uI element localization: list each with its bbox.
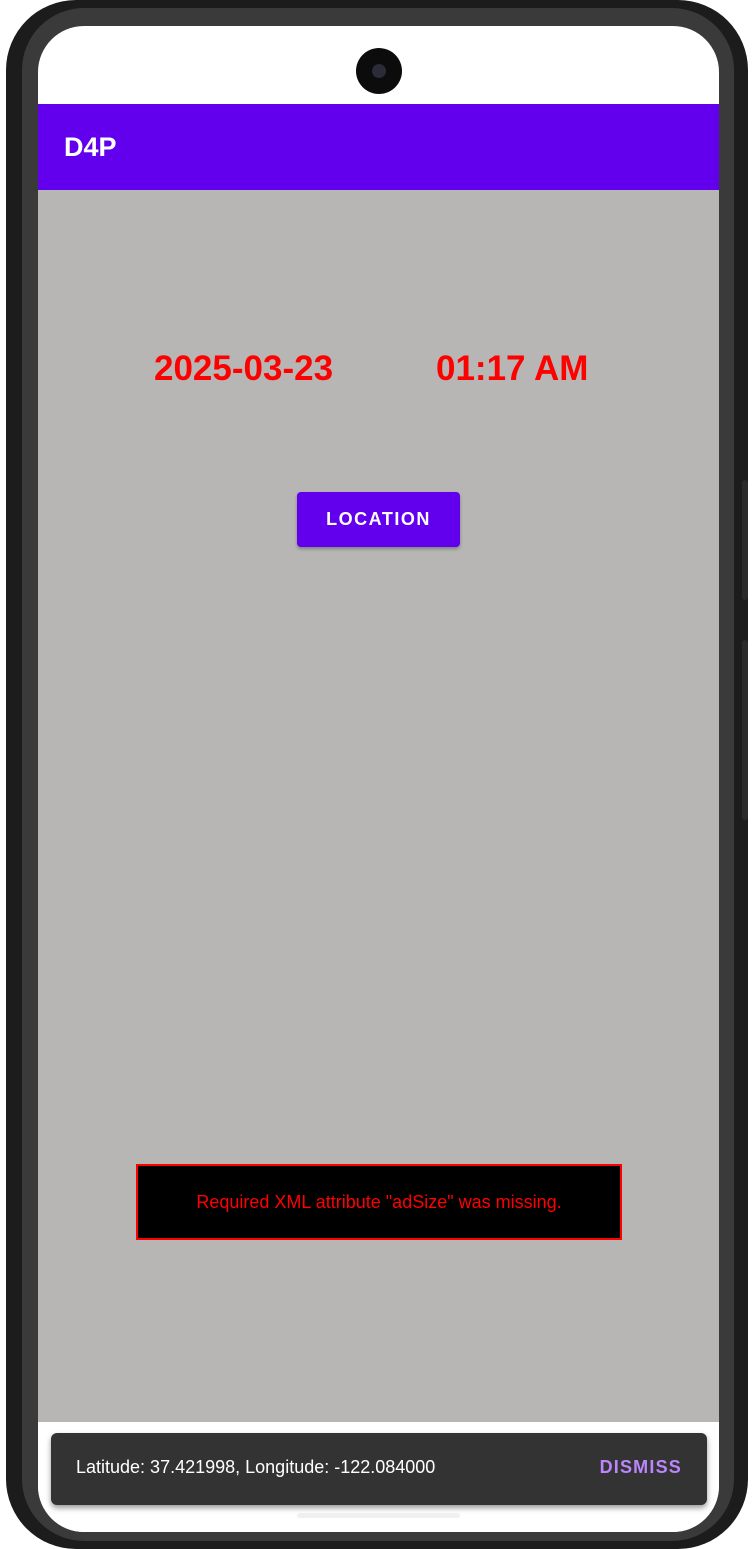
app-title: D4P [64,132,117,162]
time-label: 01:17 AM [436,349,589,388]
phone-screen: D4P 2025-03-23 01:17 AM LOCATION Require… [38,26,719,1532]
home-indicator[interactable] [297,1513,460,1518]
app-bar: D4P [38,104,719,190]
dismiss-button[interactable]: DISMISS [600,1457,682,1478]
snackbar-message: Latitude: 37.421998, Longitude: -122.084… [76,1457,436,1477]
date-label: 2025-03-23 [154,349,334,388]
side-button [742,640,748,820]
main-content: 2025-03-23 01:17 AM LOCATION Required XM… [38,190,719,1422]
ad-error-banner: Required XML attribute "adSize" was miss… [136,1164,622,1240]
location-button[interactable]: LOCATION [297,492,460,547]
front-camera [356,48,402,94]
side-button [742,480,748,600]
snackbar: Latitude: 37.421998, Longitude: -122.084… [51,1433,707,1505]
